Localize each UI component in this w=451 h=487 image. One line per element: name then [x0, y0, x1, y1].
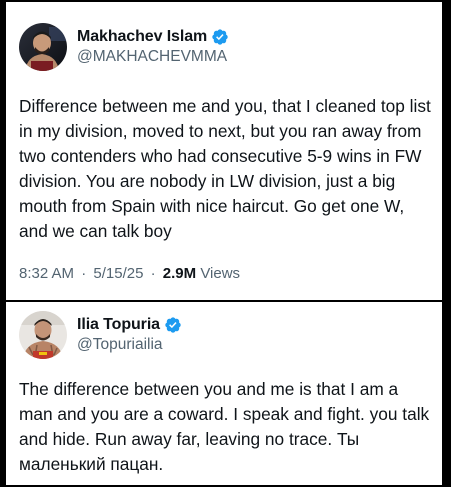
- tweet-text: Difference between me and you, that I cl…: [19, 96, 431, 241]
- author-names: Makhachev Islam @MAKHACHEVMMA: [77, 28, 229, 66]
- avatar[interactable]: [19, 311, 67, 359]
- name-row: Makhachev Islam: [77, 28, 229, 46]
- verified-badge-icon[interactable]: [211, 28, 229, 46]
- tweet-date[interactable]: 5/15/25: [93, 265, 143, 282]
- tweet-header: Makhachev Islam @MAKHACHEVMMA: [19, 20, 229, 74]
- display-name[interactable]: Makhachev Islam: [77, 28, 207, 46]
- views-count[interactable]: 2.9M: [163, 265, 196, 282]
- avatar[interactable]: [19, 23, 67, 71]
- tweet-header: Ilia Topuria @Topuriailia: [19, 308, 182, 362]
- tweet-time[interactable]: 8:32 AM: [19, 265, 74, 282]
- author-names: Ilia Topuria @Topuriailia: [77, 316, 182, 354]
- avatar-image: [19, 23, 67, 71]
- tweet-text: The difference between you and me is tha…: [19, 379, 430, 474]
- display-name[interactable]: Ilia Topuria: [77, 316, 160, 334]
- tweet-meta: 8:32 AM · 5/15/25 · 2.9M Views: [19, 265, 240, 282]
- verified-badge-icon[interactable]: [164, 316, 182, 334]
- name-row: Ilia Topuria: [77, 316, 182, 334]
- handle[interactable]: @MAKHACHEVMMA: [77, 48, 229, 66]
- avatar-image: [19, 311, 67, 359]
- handle[interactable]: @Topuriailia: [77, 336, 182, 354]
- tweet-card[interactable]: Ilia Topuria @Topuriailia The difference…: [6, 302, 442, 485]
- tweet-card[interactable]: Makhachev Islam @MAKHACHEVMMA Difference…: [6, 2, 442, 300]
- meta-separator: ·: [150, 265, 156, 282]
- views-label: Views: [200, 265, 241, 282]
- meta-separator: ·: [81, 265, 87, 282]
